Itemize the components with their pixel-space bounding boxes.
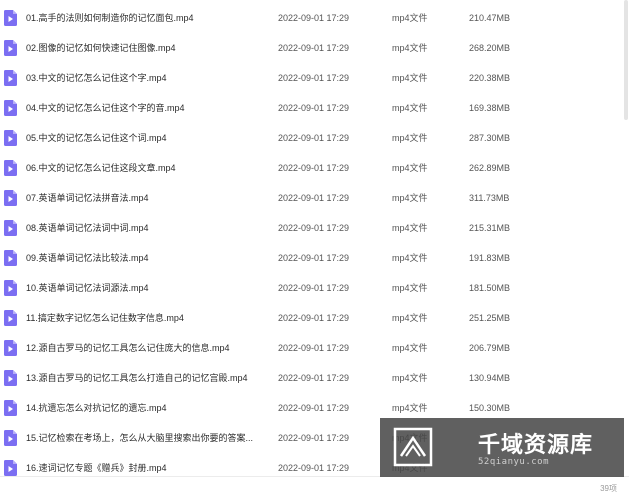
- file-date: 2022-09-01 17:29: [278, 283, 350, 293]
- video-file-icon: [4, 370, 17, 386]
- video-file-icon: [4, 100, 17, 116]
- file-name: 15.记忆检索在考场上，怎么从大脑里搜索出你要的答案...: [26, 433, 254, 443]
- file-date: 2022-09-01 17:29: [278, 73, 350, 83]
- video-file-icon: [4, 280, 17, 296]
- file-type: mp4文件: [392, 193, 428, 203]
- file-type: mp4文件: [392, 133, 428, 143]
- file-date: 2022-09-01 17:29: [278, 463, 350, 473]
- file-type: mp4文件: [392, 43, 428, 53]
- file-name: 03.中文的记忆怎么记住这个字.mp4: [26, 73, 167, 83]
- video-file-icon: [4, 400, 17, 416]
- file-size: 181.50MB: [469, 283, 511, 293]
- file-date: 2022-09-01 17:29: [278, 313, 350, 323]
- file-list: 01.高手的法则如何制造你的记忆面包.mp4 2022-09-01 17:29 mp…: [0, 3, 629, 476]
- file-row[interactable]: 03.中文的记忆怎么记住这个字.mp4 2022-09-01 17:29 mp4文件…: [0, 63, 629, 93]
- file-row[interactable]: 07.英语单词记忆法拼音法.mp4 2022-09-01 17:29 mp4文件 31…: [0, 183, 629, 213]
- file-date: 2022-09-01 17:29: [278, 163, 350, 173]
- file-name: 12.源自古罗马的记忆工具怎么记住庞大的信息.mp4: [26, 343, 230, 353]
- file-type: mp4文件: [392, 223, 428, 233]
- file-type: mp4文件: [392, 253, 428, 263]
- file-size: 206.79MB: [469, 343, 511, 353]
- file-row[interactable]: 05.中文的记忆怎么记住这个词.mp4 2022-09-01 17:29 mp4文件…: [0, 123, 629, 153]
- file-date: 2022-09-01 17:29: [278, 103, 350, 113]
- file-size: 169.38MB: [469, 103, 511, 113]
- file-date: 2022-09-01 17:29: [278, 373, 350, 383]
- file-row[interactable]: 08.英语单词记忆法词中词.mp4 2022-09-01 17:29 mp4文件 21…: [0, 213, 629, 243]
- file-name: 16.速词记忆专题《赠兵》封册.mp4: [26, 463, 167, 473]
- video-file-icon: [4, 430, 17, 446]
- file-size: 262.89MB: [469, 163, 511, 173]
- file-type: mp4文件: [392, 373, 428, 383]
- file-row[interactable]: 10.英语单词记忆法词源法.mp4 2022-09-01 17:29 mp4文件 18…: [0, 273, 629, 303]
- file-row[interactable]: 13.源自古罗马的记忆工具怎么打造自己的记忆宫殿.mp4 2022-09-01 1…: [0, 363, 629, 393]
- file-type: mp4文件: [392, 163, 428, 173]
- scrollbar-thumb[interactable]: [624, 0, 628, 120]
- file-name: 08.英语单词记忆法词中词.mp4: [26, 223, 149, 233]
- file-type: mp4文件: [392, 103, 428, 113]
- file-row[interactable]: 11.搞定数字记忆怎么记住数字信息.mp4 2022-09-01 17:29 mp4…: [0, 303, 629, 333]
- file-size: 251.25MB: [469, 313, 511, 323]
- video-file-icon: [4, 220, 17, 236]
- file-name: 02.图像的记忆如何快速记住图像.mp4: [26, 43, 176, 53]
- file-row[interactable]: 04.中文的记忆怎么记住这个字的音.mp4 2022-09-01 17:29 mp4…: [0, 93, 629, 123]
- file-type: mp4文件: [392, 283, 428, 293]
- watermark-logo-icon: [393, 427, 433, 467]
- file-date: 2022-09-01 17:29: [278, 193, 350, 203]
- file-date: 2022-09-01 17:29: [278, 253, 350, 263]
- video-file-icon: [4, 10, 17, 26]
- file-size: 287.30MB: [469, 133, 511, 143]
- file-date: 2022-09-01 17:29: [278, 223, 350, 233]
- watermark-url: 52qianyu.com: [478, 457, 550, 467]
- video-file-icon: [4, 70, 17, 86]
- status-bar: 39项: [0, 476, 629, 500]
- file-type: mp4文件: [392, 313, 428, 323]
- file-size: 215.31MB: [469, 223, 511, 233]
- file-type: mp4文件: [392, 13, 428, 23]
- file-date: 2022-09-01 17:29: [278, 133, 350, 143]
- file-name: 10.英语单词记忆法词源法.mp4: [26, 283, 149, 293]
- file-size: 268.20MB: [469, 43, 511, 53]
- file-date: 2022-09-01 17:29: [278, 403, 350, 413]
- watermark-banner: 千域资源库 52qianyu.com: [380, 418, 624, 477]
- file-row[interactable]: 02.图像的记忆如何快速记住图像.mp4 2022-09-01 17:29 mp4文…: [0, 33, 629, 63]
- file-size: 210.47MB: [469, 13, 511, 23]
- video-file-icon: [4, 460, 17, 476]
- file-name: 11.搞定数字记忆怎么记住数字信息.mp4: [26, 313, 184, 323]
- item-count: 39项: [600, 484, 617, 493]
- file-name: 06.中文的记忆怎么记住这段文章.mp4: [26, 163, 176, 173]
- file-name: 04.中文的记忆怎么记住这个字的音.mp4: [26, 103, 185, 113]
- file-name: 14.抗遗忘怎么对抗记忆的遗忘.mp4: [26, 403, 167, 413]
- file-row[interactable]: 01.高手的法则如何制造你的记忆面包.mp4 2022-09-01 17:29 mp…: [0, 3, 629, 33]
- video-file-icon: [4, 190, 17, 206]
- video-file-icon: [4, 130, 17, 146]
- file-type: mp4文件: [392, 73, 428, 83]
- file-row[interactable]: 12.源自古罗马的记忆工具怎么记住庞大的信息.mp4 2022-09-01 17:…: [0, 333, 629, 363]
- file-name: 13.源自古罗马的记忆工具怎么打造自己的记忆宫殿.mp4: [26, 373, 248, 383]
- file-date: 2022-09-01 17:29: [278, 433, 350, 443]
- file-name: 07.英语单词记忆法拼音法.mp4: [26, 193, 149, 203]
- file-row[interactable]: 09.英语单词记忆法比较法.mp4 2022-09-01 17:29 mp4文件 19…: [0, 243, 629, 273]
- file-name: 05.中文的记忆怎么记住这个词.mp4: [26, 133, 167, 143]
- file-size: 220.38MB: [469, 73, 511, 83]
- video-file-icon: [4, 340, 17, 356]
- file-name: 01.高手的法则如何制造你的记忆面包.mp4: [26, 13, 194, 23]
- video-file-icon: [4, 160, 17, 176]
- file-size: 130.94MB: [469, 373, 511, 383]
- file-size: 191.83MB: [469, 253, 511, 263]
- scrollbar[interactable]: [623, 0, 629, 476]
- file-name: 09.英语单词记忆法比较法.mp4: [26, 253, 149, 263]
- file-row[interactable]: 06.中文的记忆怎么记住这段文章.mp4 2022-09-01 17:29 mp4文…: [0, 153, 629, 183]
- file-date: 2022-09-01 17:29: [278, 43, 350, 53]
- video-file-icon: [4, 250, 17, 266]
- video-file-icon: [4, 40, 17, 56]
- file-type: mp4文件: [392, 343, 428, 353]
- video-file-icon: [4, 310, 17, 326]
- file-date: 2022-09-01 17:29: [278, 13, 350, 23]
- file-date: 2022-09-01 17:29: [278, 343, 350, 353]
- file-size: 311.73MB: [469, 193, 510, 203]
- watermark-title: 千域资源库: [478, 433, 594, 458]
